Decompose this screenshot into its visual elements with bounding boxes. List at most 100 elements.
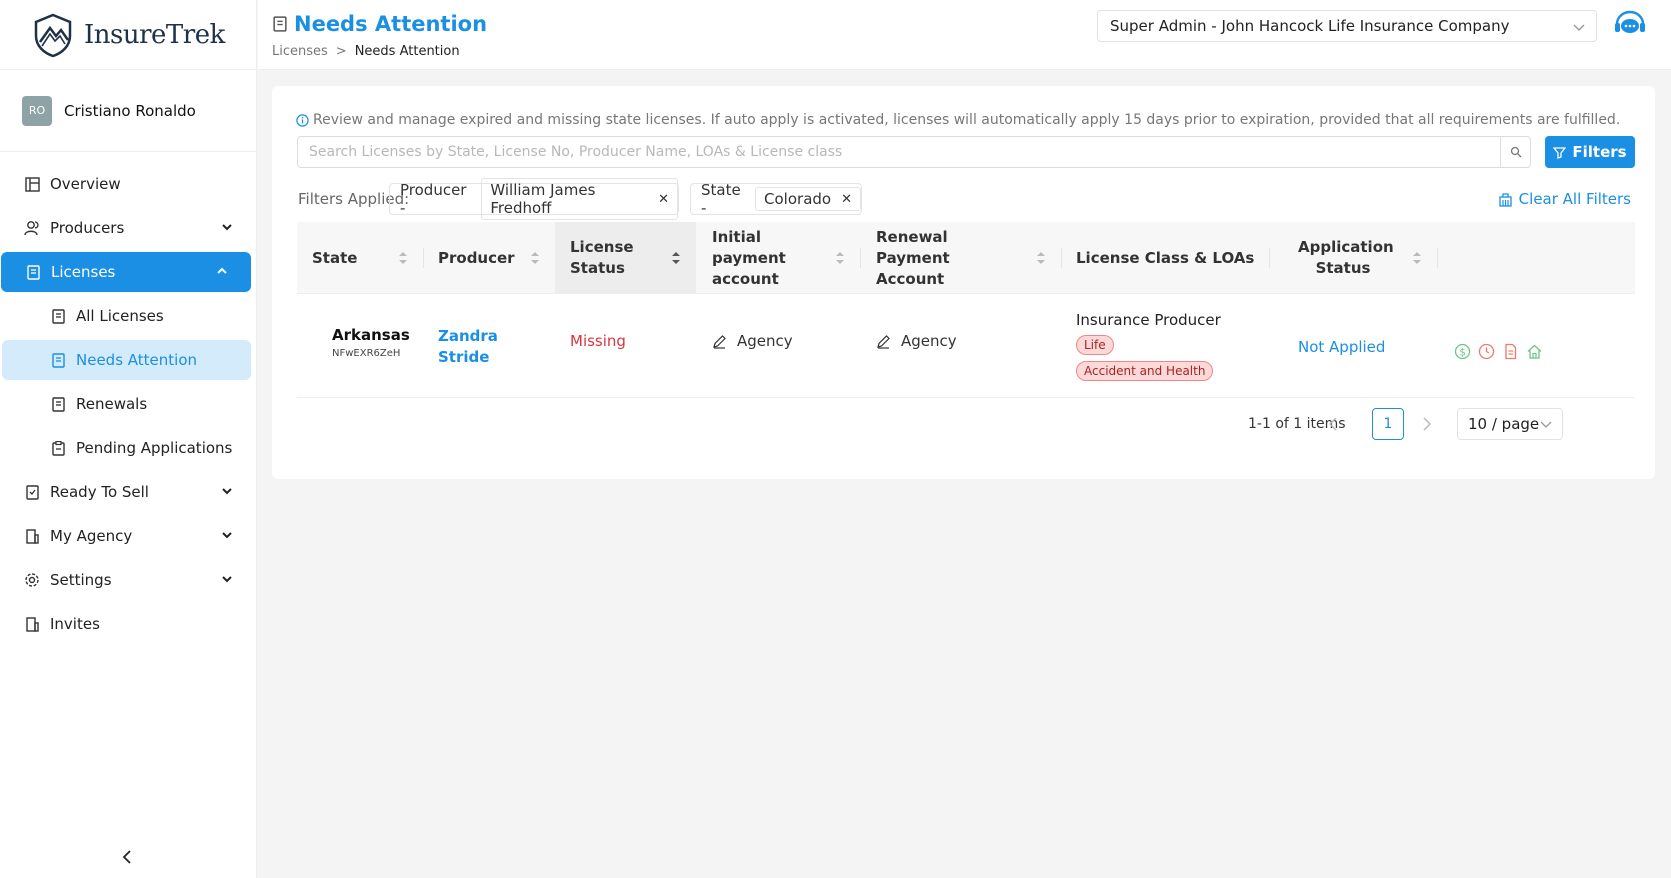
chevron-down-icon[interactable]	[220, 220, 234, 234]
license-doc-icon	[50, 396, 66, 412]
next-page-icon[interactable]	[1420, 413, 1434, 435]
license-status: Missing	[570, 332, 626, 350]
filter-chip-value: William James Fredhoff ✕	[481, 178, 678, 220]
prev-page-icon[interactable]	[1326, 413, 1340, 435]
sort-icon[interactable]	[1413, 251, 1421, 265]
sort-icon[interactable]	[399, 251, 407, 265]
column-header-initial-payment[interactable]: Initial payment account	[696, 222, 860, 294]
nav-renewals[interactable]: Renewals	[24, 384, 256, 424]
user-profile[interactable]: RO Cristiano Ronaldo	[0, 70, 256, 152]
filters-button-label: Filters	[1572, 143, 1627, 161]
checklist-icon	[24, 484, 40, 500]
cell-state: Arkansas NFwEXR6ZeH	[332, 326, 410, 362]
chevron-down-icon[interactable]	[220, 484, 234, 498]
producer-link[interactable]: Zandra Stride	[438, 326, 518, 368]
breadcrumb-current: Needs Attention	[354, 44, 460, 59]
close-icon[interactable]: ✕	[841, 192, 852, 207]
search-icon	[1510, 146, 1521, 158]
building-icon	[24, 528, 40, 544]
sort-icon[interactable]	[531, 251, 539, 265]
state-license-code: NFwEXR6ZeH	[332, 348, 401, 359]
nav-all-licenses[interactable]: All Licenses	[24, 296, 256, 336]
gear-icon	[24, 572, 40, 588]
sidebar: InsureTrek RO Cristiano Ronaldo Overview…	[0, 0, 257, 878]
license-class-name: Insurance Producer	[1076, 311, 1221, 329]
home-icon[interactable]	[1526, 343, 1543, 360]
chevron-down-icon[interactable]	[220, 528, 234, 542]
nav-ready-to-sell-label: Ready To Sell	[50, 483, 149, 501]
breadcrumb-licenses[interactable]: Licenses	[272, 44, 328, 59]
filter-chip-producer: Producer - William James Fredhoff ✕	[389, 178, 679, 220]
column-header-label: License Class & LOAs	[1076, 248, 1255, 267]
column-header-license-status[interactable]: License Status	[555, 222, 696, 294]
clear-all-filters-button[interactable]: Clear All Filters	[1498, 190, 1631, 208]
edit-icon[interactable]	[712, 334, 727, 349]
clear-filter-icon	[1499, 192, 1512, 207]
loa-tag: Life	[1076, 335, 1114, 355]
breadcrumb-separator: >	[335, 44, 347, 59]
nav-my-agency[interactable]: My Agency	[0, 516, 256, 556]
building-icon	[24, 616, 40, 632]
state-name: Arkansas	[332, 326, 410, 344]
column-header-producer[interactable]: Producer	[423, 222, 555, 294]
avatar: RO	[22, 95, 52, 126]
nav-settings-label: Settings	[50, 571, 112, 589]
support-chat-icon[interactable]	[1613, 10, 1647, 40]
nav-producers-label: Producers	[50, 219, 125, 237]
collapse-sidebar-icon[interactable]	[118, 848, 136, 866]
nav-producers[interactable]: Producers	[0, 208, 256, 248]
insuretrek-logo-icon	[34, 13, 72, 57]
close-icon[interactable]: ✕	[658, 192, 669, 207]
cell-license-class: Insurance Producer Life Accident and Hea…	[1076, 311, 1266, 381]
search-button[interactable]	[1500, 137, 1530, 167]
dollar-icon[interactable]: $	[1454, 343, 1471, 360]
users-icon	[24, 220, 40, 236]
user-name: Cristiano Ronaldo	[64, 101, 196, 120]
table-row: Arkansas NFwEXR6ZeH Zandra Stride Missin…	[297, 294, 1635, 398]
logo[interactable]: InsureTrek	[0, 0, 256, 70]
filter-chip-value-text: William James Fredhoff	[490, 181, 596, 217]
sort-icon[interactable]	[1037, 251, 1045, 265]
company-select[interactable]: Super Admin - John Hancock Life Insuranc…	[1097, 10, 1597, 42]
nav-overview[interactable]: Overview	[0, 164, 256, 204]
chevron-down-icon	[1540, 421, 1552, 428]
page-size-select[interactable]: 10 / page	[1457, 408, 1563, 440]
document-icon[interactable]	[1502, 343, 1519, 360]
column-header-state[interactable]: State	[297, 222, 423, 294]
edit-icon[interactable]	[876, 334, 891, 349]
application-status: Not Applied	[1298, 338, 1386, 356]
nav-ready-to-sell[interactable]: Ready To Sell	[0, 472, 256, 512]
nav-renewals-label: Renewals	[76, 395, 148, 413]
top-header: Needs Attention Licenses > Needs Attention…	[258, 0, 1671, 70]
clock-icon[interactable]	[1478, 343, 1495, 360]
sort-icon[interactable]	[836, 251, 844, 265]
nav-needs-attention[interactable]: Needs Attention	[2, 340, 251, 380]
nav-licenses[interactable]: Licenses	[1, 252, 251, 292]
column-header-label: License Status	[570, 238, 634, 277]
main-nav: Overview Producers Licenses All Licenses	[0, 152, 256, 644]
svg-text:$: $	[1459, 348, 1465, 359]
nav-pending-applications[interactable]: Pending Applications	[24, 428, 256, 468]
needs-attention-card: Review and manage expired and missing st…	[272, 86, 1655, 479]
initial-payment-value: Agency	[737, 332, 793, 350]
nav-invites[interactable]: Invites	[0, 604, 256, 644]
initial-payment-account[interactable]: Agency	[712, 332, 793, 350]
brand-name: InsureTrek	[84, 19, 225, 50]
chevron-down-icon[interactable]	[220, 572, 234, 586]
search-input[interactable]	[298, 137, 1500, 167]
nav-licenses-label: Licenses	[51, 263, 116, 281]
column-header-label: State	[312, 248, 358, 267]
license-doc-icon	[50, 308, 66, 324]
page-number-button[interactable]: 1	[1372, 408, 1404, 440]
filter-chip-key: State -	[701, 181, 741, 217]
renewal-payment-account[interactable]: Agency	[876, 332, 957, 350]
filters-button[interactable]: Filters	[1545, 136, 1635, 168]
filter-chip-value-text: Colorado	[764, 190, 832, 208]
row-actions: $	[1454, 343, 1543, 360]
nav-settings[interactable]: Settings	[0, 560, 256, 600]
chevron-up-icon[interactable]	[215, 264, 229, 278]
column-header-application-status[interactable]: Application Status	[1269, 222, 1437, 294]
sort-icon[interactable]	[672, 251, 680, 265]
info-banner: Review and manage expired and missing st…	[296, 112, 1620, 128]
column-header-renewal-payment[interactable]: Renewal Payment Account	[860, 222, 1061, 294]
